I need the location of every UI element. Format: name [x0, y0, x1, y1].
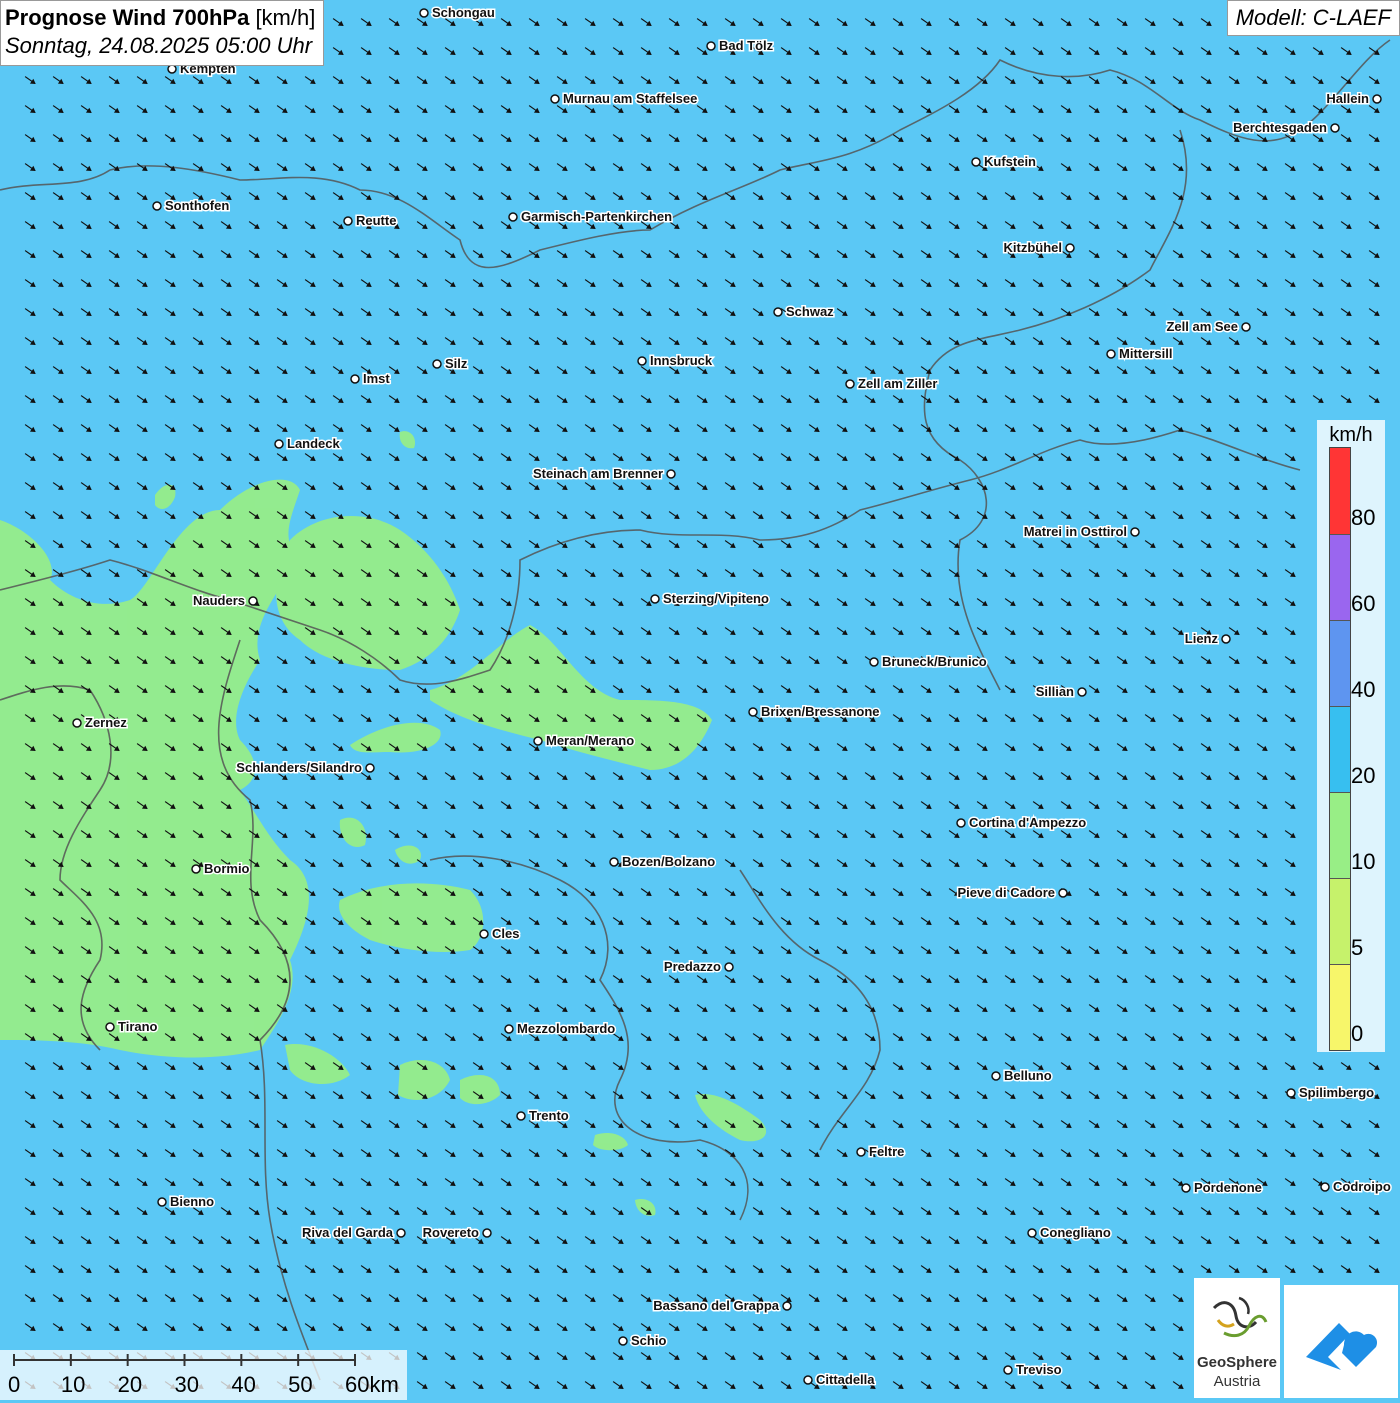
wind-map: SchongauBad TölzKemptenMurnau am Staffel… — [0, 0, 1400, 1400]
